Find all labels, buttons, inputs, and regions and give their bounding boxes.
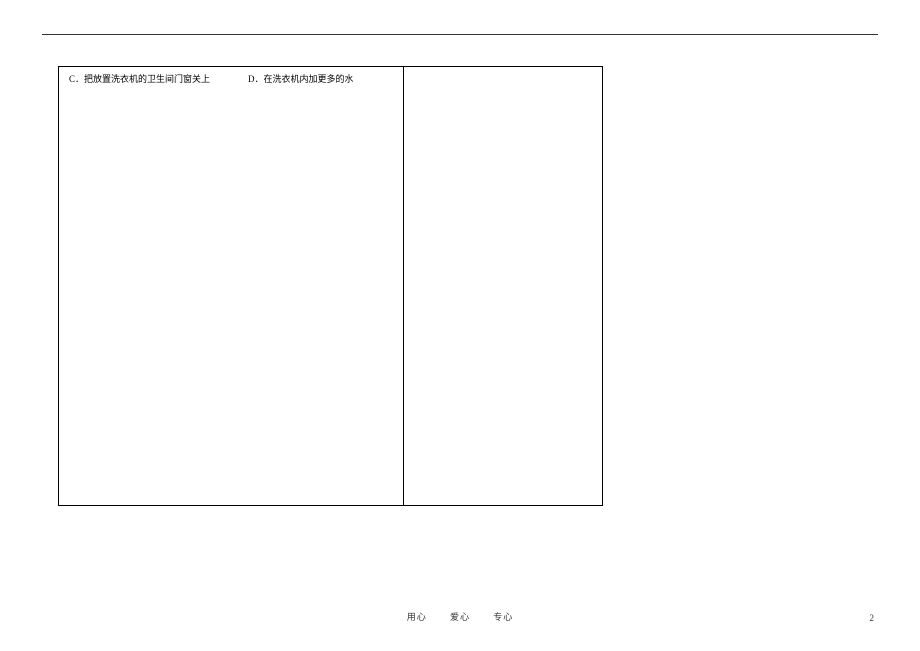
options-row: C．把放置洗衣机的卫生间门窗关上 D．在洗衣机内加更多的水 — [69, 72, 393, 86]
top-horizontal-rule — [42, 34, 878, 35]
content-table: C．把放置洗衣机的卫生间门窗关上 D．在洗衣机内加更多的水 — [58, 66, 603, 506]
page-number: 2 — [870, 613, 875, 623]
right-column — [404, 67, 602, 505]
option-d: D．在洗衣机内加更多的水 — [248, 72, 354, 86]
motto-3: 专心 — [493, 612, 513, 622]
option-c: C．把放置洗衣机的卫生间门窗关上 — [69, 72, 210, 86]
motto-2: 爱心 — [450, 612, 470, 622]
footer-motto: 用心 爱心 专心 — [0, 610, 920, 623]
motto-1: 用心 — [407, 612, 427, 622]
left-column: C．把放置洗衣机的卫生间门窗关上 D．在洗衣机内加更多的水 — [59, 67, 404, 505]
